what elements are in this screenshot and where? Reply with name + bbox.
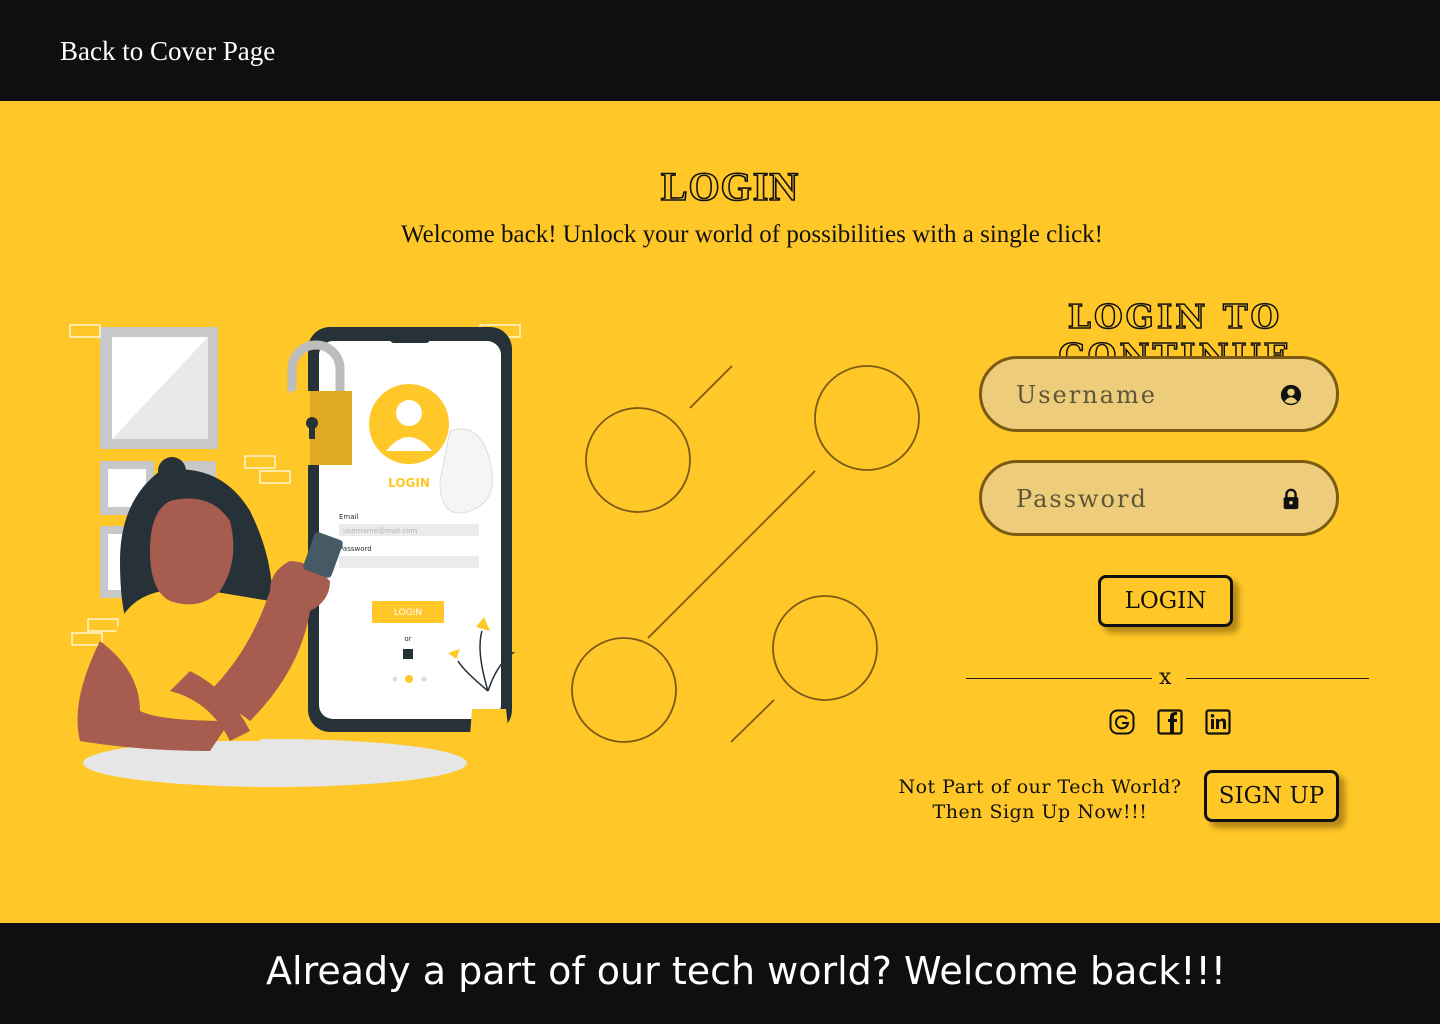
footer-text: Already a part of our tech world? Welcom… <box>266 949 1226 993</box>
signup-line-1: Not Part of our Tech World? <box>898 776 1182 798</box>
signup-prompt: Not Part of our Tech World? Then Sign Up… <box>895 775 1185 825</box>
phone-login-label: LOGIN <box>388 476 430 490</box>
back-to-cover-link[interactable]: Back to Cover Page <box>60 36 275 67</box>
login-button[interactable]: LOGIN <box>1098 575 1233 627</box>
password-input[interactable] <box>1016 479 1276 519</box>
footer-bar: Already a part of our tech world? Welcom… <box>0 923 1440 1024</box>
google-icon[interactable] <box>1109 709 1135 735</box>
lock-icon <box>1283 488 1299 510</box>
phone-email-placeholder: username@mail.com <box>343 527 417 535</box>
login-section: LOGIN Welcome back! Unlock your world of… <box>0 101 1440 923</box>
signup-line-2: Then Sign Up Now!!! <box>932 801 1148 823</box>
linkedin-icon[interactable] <box>1205 709 1231 735</box>
login-illustration: LOGIN Email username@mail.com Password L… <box>69 324 524 787</box>
decorative-shapes <box>571 365 920 743</box>
phone-password-label: Password <box>339 545 372 553</box>
signup-button[interactable]: SIGN UP <box>1204 770 1339 822</box>
page-subtitle: Welcome back! Unlock your world of possi… <box>401 221 1103 248</box>
page-title: LOGIN <box>660 163 800 210</box>
divider-line-left <box>966 678 1152 679</box>
username-input[interactable] <box>1016 375 1276 415</box>
facebook-icon[interactable] <box>1157 709 1183 735</box>
phone-login-button: LOGIN <box>394 608 422 618</box>
user-circle-icon <box>1280 384 1302 406</box>
divider-line-right <box>1186 678 1369 679</box>
phone-email-label: Email <box>339 513 358 521</box>
password-field <box>979 460 1339 536</box>
divider-label: x <box>1159 665 1172 690</box>
phone-or-label: or <box>404 635 411 643</box>
top-bar: Back to Cover Page <box>0 0 1440 101</box>
username-field <box>979 356 1339 432</box>
